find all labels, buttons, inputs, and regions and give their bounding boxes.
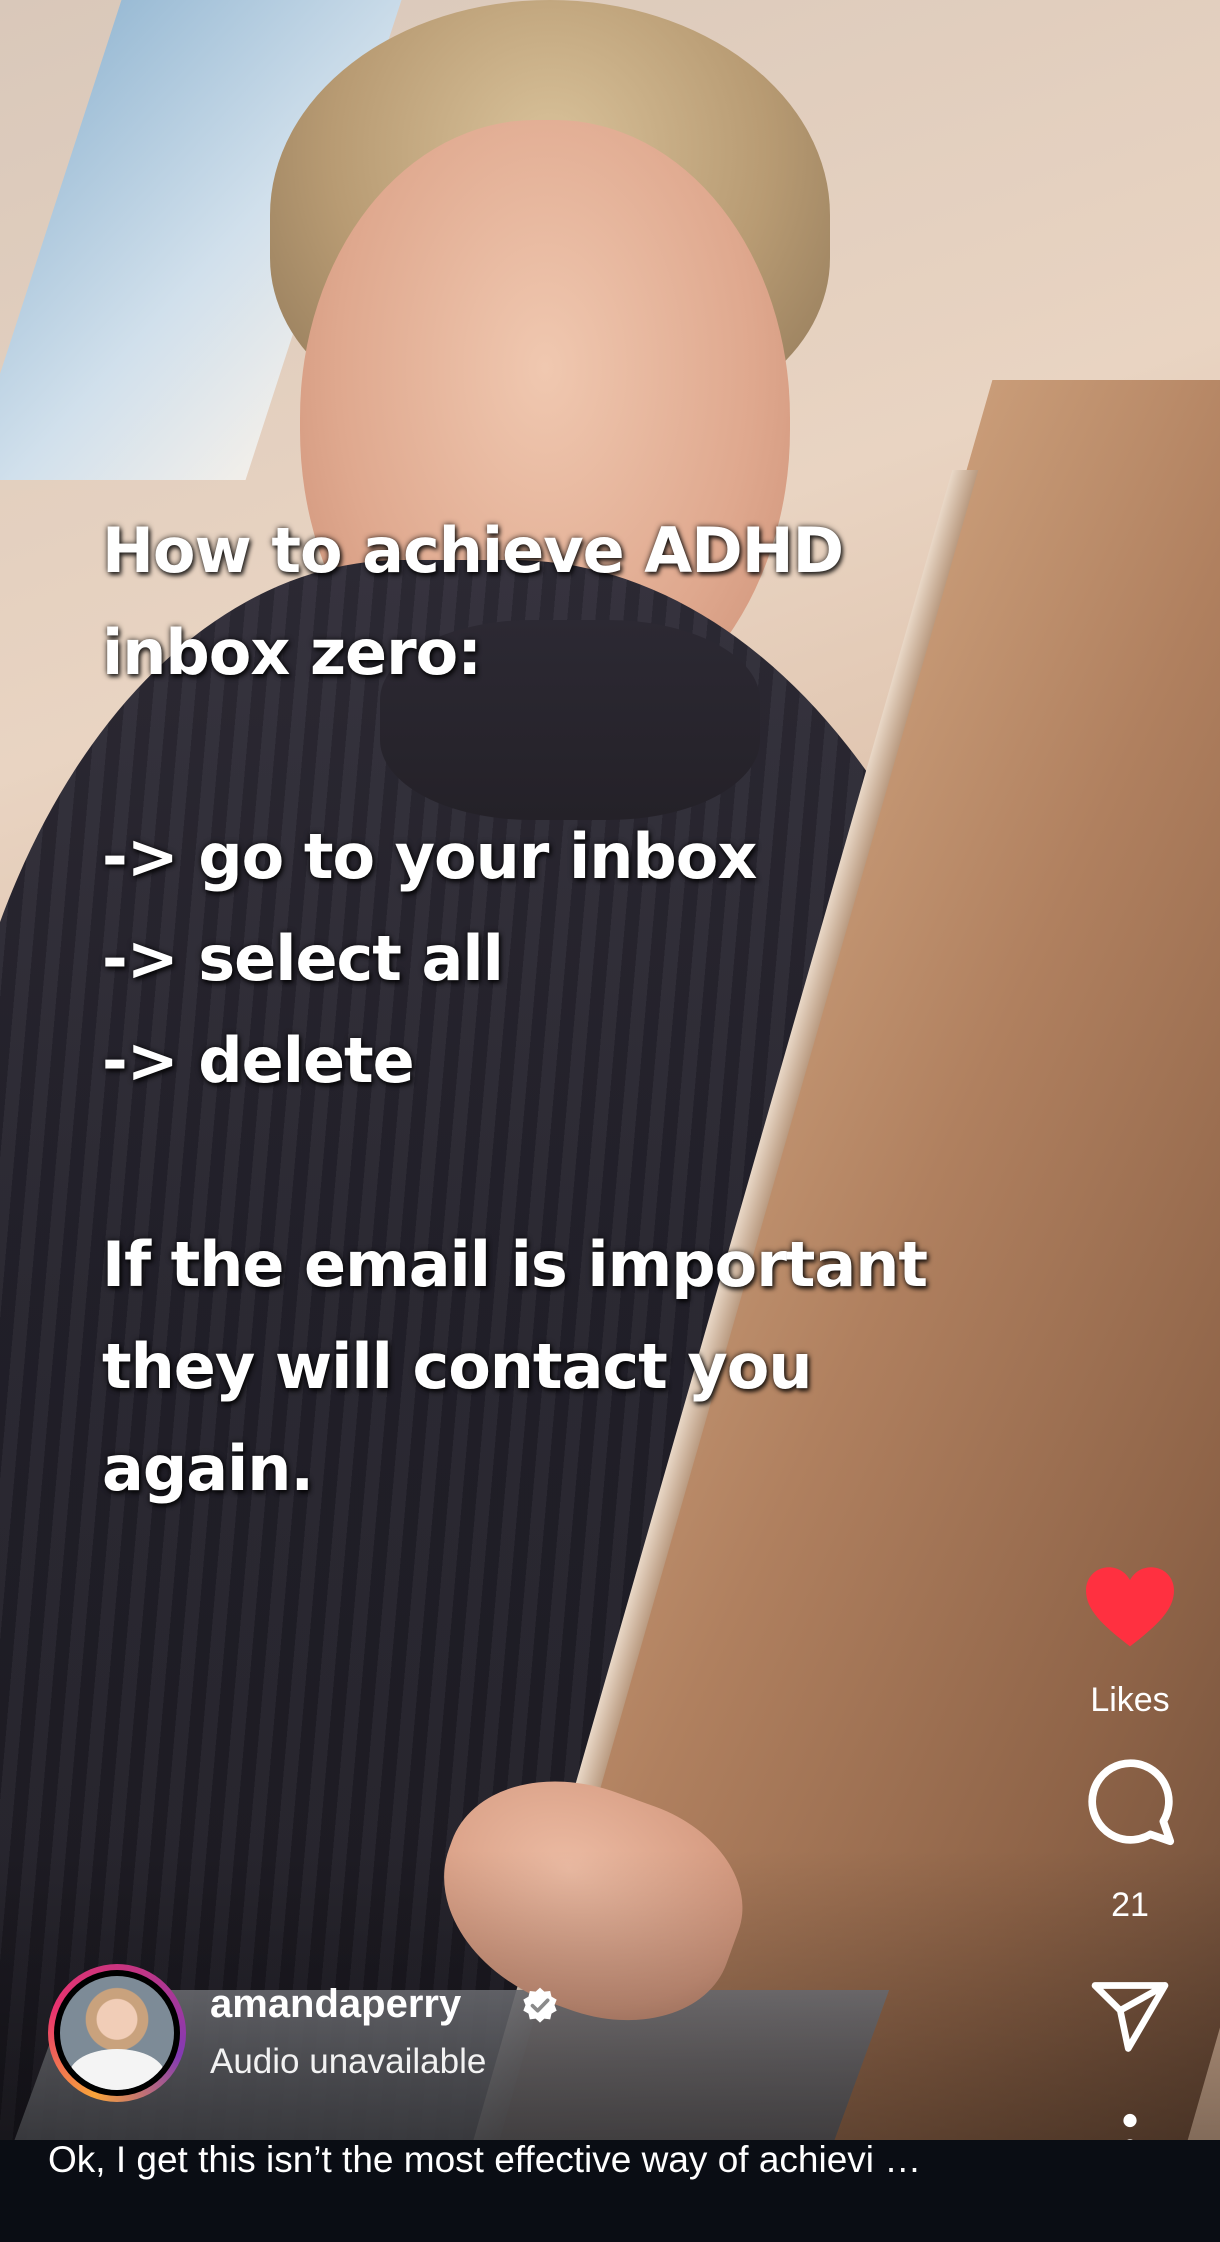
comments-count: 21 (1111, 1886, 1149, 1924)
share-button[interactable] (1086, 1975, 1174, 2059)
author-row: amandaperry Audio unavailable (48, 1964, 748, 2104)
likes-label: Likes (1090, 1681, 1170, 1719)
verified-badge-icon (523, 1987, 557, 2023)
overlay-spacer (102, 1112, 1022, 1214)
avatar (60, 1976, 174, 2090)
overlay-line: How to achieve ADHD (102, 514, 844, 587)
video-text-overlay: How to achieve ADHD inbox zero: -> go to… (102, 500, 1022, 1520)
overlay-line: -> go to your inbox (102, 820, 757, 893)
like-button[interactable] (1082, 1560, 1178, 1652)
heart-filled-icon (1086, 1567, 1174, 1647)
comment-button[interactable] (1084, 1755, 1176, 1847)
overlay-line: If the email is important (102, 1228, 928, 1301)
overlay-line: -> select all (102, 922, 504, 995)
overlay-spacer (102, 704, 1022, 806)
send-icon (1091, 1982, 1169, 2052)
overlay-line: they will contact you (102, 1330, 813, 1403)
author-username[interactable]: amandaperry (210, 1982, 461, 2027)
overlay-line: again. (102, 1432, 314, 1505)
audio-status[interactable]: Audio unavailable (210, 2042, 486, 2082)
overlay-line: -> delete (102, 1024, 415, 1097)
avatar-story-ring[interactable] (48, 1964, 186, 2102)
overlay-line: inbox zero: (102, 616, 482, 689)
comment-bubble-icon (1088, 1759, 1175, 1846)
post-caption[interactable]: Ok, I get this isn’t the most effective … (48, 2140, 1048, 2180)
